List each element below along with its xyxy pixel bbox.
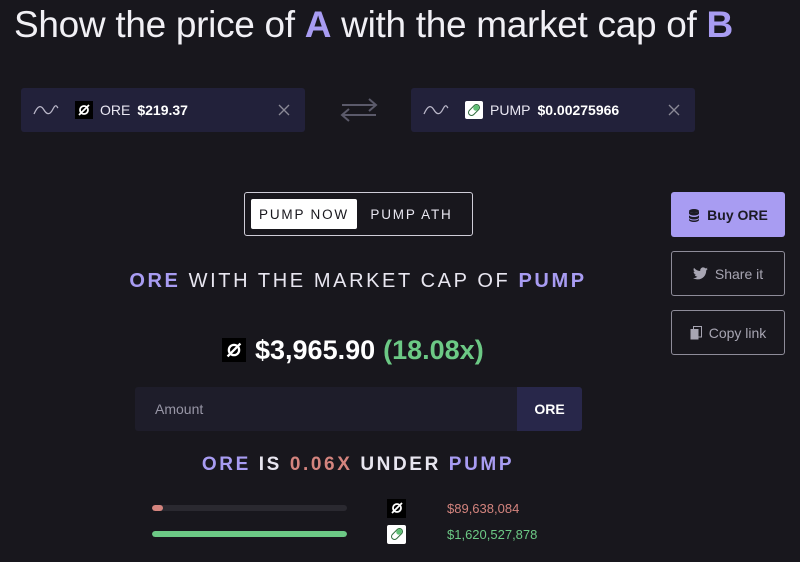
market-cap-bar-fill bbox=[152, 505, 163, 511]
sparkline-icon bbox=[423, 105, 449, 115]
headline-prefix: Show the price of bbox=[14, 4, 305, 45]
ratio-token-b: PUMP bbox=[448, 454, 515, 475]
headline-a: A bbox=[304, 4, 332, 45]
market-cap-toggle: PUMP NOW PUMP ATH bbox=[244, 192, 473, 236]
result-price-row: $3,965.90 (18.08x) bbox=[222, 333, 484, 367]
toggle-pump-ath[interactable]: PUMP ATH bbox=[357, 199, 466, 229]
pump-pill-icon bbox=[387, 524, 406, 544]
coin-stack-icon bbox=[689, 208, 700, 222]
token-a-price: $219.37 bbox=[137, 102, 188, 118]
share-button-label: Share it bbox=[714, 265, 764, 282]
swap-arrows-icon[interactable] bbox=[338, 96, 380, 124]
headline-middle: with the market cap of bbox=[331, 4, 707, 45]
buy-button[interactable]: Buy ORE bbox=[671, 192, 785, 237]
market-cap-bar-pump bbox=[152, 531, 347, 537]
market-cap-row-pump: $1,620,527,878 bbox=[152, 524, 552, 544]
market-cap-bar-ore bbox=[152, 505, 347, 511]
copy-link-label: Copy link bbox=[708, 324, 767, 341]
sparkline-icon bbox=[33, 105, 59, 115]
market-cap-bar-fill bbox=[152, 531, 347, 537]
copy-link-button[interactable]: Copy link bbox=[671, 310, 785, 355]
pump-pill-icon bbox=[465, 101, 483, 119]
ratio-is: IS bbox=[250, 454, 290, 475]
ratio-under: UNDER bbox=[352, 454, 449, 475]
cap-title-token-a: ORE bbox=[129, 270, 181, 292]
token-a-symbol: ORE bbox=[100, 102, 131, 118]
toggle-pump-now[interactable]: PUMP NOW bbox=[251, 199, 358, 229]
token-b-selector[interactable]: PUMP $0.00275966 bbox=[411, 88, 695, 132]
page-headline: Show the price of A with the market cap … bbox=[14, 4, 733, 46]
cap-title-token-b: PUMP bbox=[518, 270, 587, 292]
ratio-token-a: ORE bbox=[201, 454, 251, 475]
ore-icon bbox=[75, 101, 93, 119]
copy-icon bbox=[690, 325, 702, 339]
ore-icon bbox=[222, 338, 246, 362]
headline-b: B bbox=[706, 4, 734, 45]
token-a-selector[interactable]: ORE $219.37 bbox=[21, 88, 305, 132]
amount-input[interactable] bbox=[135, 387, 517, 431]
ratio-value: 0.06X bbox=[289, 454, 353, 475]
token-b-price: $0.00275966 bbox=[537, 102, 620, 118]
market-cap-value-pump: $1,620,527,878 bbox=[447, 526, 538, 542]
token-b-symbol: PUMP bbox=[490, 102, 531, 118]
buy-button-label: Buy ORE bbox=[707, 206, 768, 223]
market-cap-row-ore: $89,638,084 bbox=[152, 498, 552, 518]
price-multiple: (18.08x) bbox=[383, 334, 484, 365]
ore-icon bbox=[387, 498, 406, 518]
clear-token-b-icon[interactable] bbox=[667, 103, 681, 117]
cap-title-middle: WITH THE MARKET CAP OF bbox=[180, 270, 519, 292]
hypothetical-price: $3,965.90 bbox=[255, 334, 376, 365]
amount-unit: ORE bbox=[517, 387, 582, 431]
market-cap-value-ore: $89,638,084 bbox=[447, 500, 520, 516]
clear-token-a-icon[interactable] bbox=[277, 103, 291, 117]
amount-field-group: ORE bbox=[135, 387, 582, 431]
market-cap-title: ORE WITH THE MARKET CAP OF PUMP bbox=[0, 270, 716, 293]
ratio-summary: ORE IS 0.06X UNDER PUMP bbox=[0, 454, 716, 476]
